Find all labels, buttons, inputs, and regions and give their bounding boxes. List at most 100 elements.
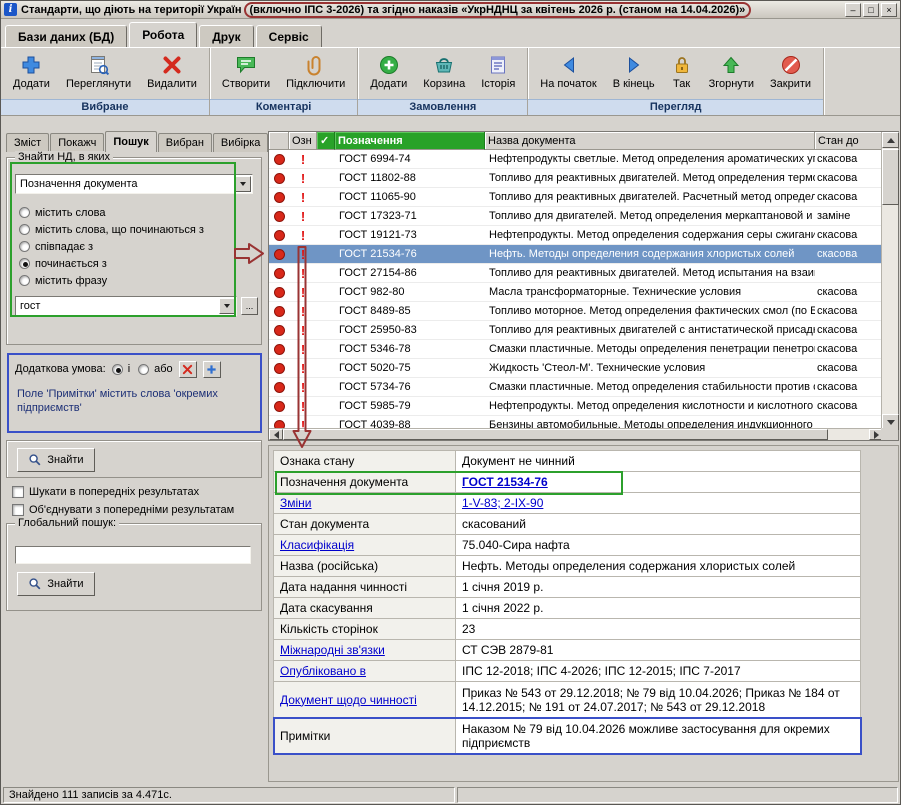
details-label: Класифікація [274,535,456,556]
panel-tab[interactable]: Вибірка [213,133,269,152]
operator-option[interactable]: і [112,361,130,378]
checkbox[interactable] [12,486,24,498]
table-row[interactable]: !ГОСТ 6994-74Нефтепродукты светлые. Мето… [269,150,898,169]
table-row[interactable]: !ГОСТ 27154-86Топливо для реактивных дви… [269,264,898,283]
horizontal-scrollbar-thumb[interactable] [283,429,828,440]
scroll-left-button[interactable] [269,429,283,440]
panel-tab[interactable]: Пошук [105,131,156,152]
details-value-link[interactable]: ГОСТ 21534-76 [462,475,548,489]
details-label-link[interactable]: Класифікація [280,538,354,552]
minimize-button[interactable]: – [845,3,861,17]
table-row[interactable]: !ГОСТ 11802-88Топливо для реактивных дви… [269,169,898,188]
search-option-checkbox[interactable]: Шукати в попередніх результатах [12,483,234,501]
toolbar-button-delete-x[interactable]: Видалити [140,50,204,93]
table-row[interactable]: !ГОСТ 17323-71Топливо для двигателей. Ме… [269,207,898,226]
table-row[interactable]: !ГОСТ 25950-83Топливо для реактивных дви… [269,321,898,340]
maximize-button[interactable]: □ [863,3,879,17]
details-row[interactable]: Класифікація75.040-Сира нафта [274,535,861,556]
scroll-up-button[interactable] [882,132,899,148]
operator-option[interactable]: або [138,361,173,378]
vertical-scrollbar-thumb[interactable] [882,149,899,205]
tab-active[interactable]: Робота [129,22,197,47]
details-row[interactable]: Кількість сторінок23 [274,619,861,640]
details-row[interactable]: Позначення документаГОСТ 21534-76 [274,472,861,493]
toolbar-button-close-circle[interactable]: Закрити [763,50,818,93]
query-dropdown[interactable]: гост [15,296,237,316]
tab-item[interactable]: Друк [199,25,253,47]
table-row[interactable]: !ГОСТ 5346-78Смазки пластичные. Методы о… [269,340,898,359]
radio-button[interactable] [112,364,123,375]
toolbar-button-view-document[interactable]: Переглянути [59,50,138,93]
close-button[interactable]: × [881,3,897,17]
field-selector-dropdown[interactable]: Позначення документа [15,174,253,194]
toolbar-button-history[interactable]: Історія [474,50,522,93]
global-search-input[interactable] [15,546,251,564]
details-value-link[interactable]: 1-V-83; 2-IX-90 [462,496,543,510]
panel-tab[interactable]: Покажч [50,133,104,152]
details-row[interactable]: Назва (російська)Нефть. Методы определен… [274,556,861,577]
details-row[interactable]: Ознака стануДокумент не чинний [274,451,861,472]
details-label-link[interactable]: Документ щодо чинності [280,693,417,707]
dropdown-arrow-icon[interactable] [219,298,235,314]
details-label: Стан документа [274,514,456,535]
table-row[interactable]: !ГОСТ 5985-79Нефтепродукты. Метод опреде… [269,397,898,416]
toolbar-button-add-plus[interactable]: Додати [6,50,57,93]
match-option[interactable]: містить фразу [19,272,204,289]
tab-item[interactable]: Бази даних (БД) [5,25,127,47]
dropdown-arrow-icon[interactable] [235,176,251,192]
table-row[interactable]: !ГОСТ 11065-90Топливо для реактивных дви… [269,188,898,207]
toolbar-button-attach-paperclip[interactable]: Підключити [279,50,352,93]
global-find-button[interactable]: Знайти [17,572,95,596]
more-options-button[interactable]: ... [241,297,258,315]
horizontal-scrollbar[interactable] [269,428,883,440]
column-header[interactable] [269,132,289,150]
remove-condition-button[interactable] [179,361,197,378]
details-label-link[interactable]: Міжнародні зв'язки [280,643,385,657]
table-row[interactable]: !ГОСТ 5734-76Смазки пластичные. Метод оп… [269,378,898,397]
details-row[interactable]: Дата скасування1 січня 2022 р. [274,598,861,619]
panel-tab[interactable]: Зміст [6,133,49,152]
details-label-link[interactable]: Зміни [280,496,312,510]
details-row[interactable]: Зміни 1-V-83; 2-IX-90 [274,493,861,514]
details-row[interactable]: Дата надання чинності1 січня 2019 р. [274,577,861,598]
radio-button[interactable] [19,224,30,235]
radio-button[interactable] [19,258,30,269]
toolbar-button-nav-first[interactable]: На початок [533,50,603,93]
radio-button[interactable] [19,241,30,252]
toolbar-button-nav-last[interactable]: В кінець [606,50,662,93]
column-header[interactable]: Озн [289,132,317,150]
radio-button[interactable] [138,364,149,375]
table-row[interactable]: !ГОСТ 21534-76Нефть. Методы определения … [269,245,898,264]
toolbar-button-comment-create[interactable]: Створити [215,50,277,93]
toolbar-button-lock[interactable]: Так [664,50,700,93]
radio-button[interactable] [19,207,30,218]
tab-item[interactable]: Сервіс [256,25,322,47]
table-row[interactable]: !ГОСТ 5020-75Жидкость 'Стеол-М'. Техниче… [269,359,898,378]
toolbar-button-collapse[interactable]: Згорнути [702,50,761,93]
table-row[interactable]: !ГОСТ 982-80Масла трансформаторные. Техн… [269,283,898,302]
details-label-link[interactable]: Опубліковано в [280,664,366,678]
match-option[interactable]: містить слова, що починаються з [19,221,204,238]
match-option[interactable]: починається з [19,255,204,272]
table-row[interactable]: !ГОСТ 19121-73Нефтепродукты. Метод опред… [269,226,898,245]
details-row[interactable]: ПриміткиНаказом № 79 від 10.04.2026 можл… [274,718,861,754]
add-condition-button[interactable] [203,361,221,378]
column-header[interactable]: ✓ [317,132,335,150]
find-button[interactable]: Знайти [17,448,95,472]
table-row[interactable]: !ГОСТ 8489-85Топливо моторное. Метод опр… [269,302,898,321]
match-option[interactable]: містить слова [19,204,204,221]
details-row[interactable]: Стан документаскасований [274,514,861,535]
radio-button[interactable] [19,275,30,286]
toolbar-button-basket[interactable]: Корзина [416,50,472,93]
details-row[interactable]: Міжнародні зв'язкиСТ СЭВ 2879-81 [274,640,861,661]
details-row[interactable]: Опубліковано вІПС 12-2018; ІПС 4-2026; І… [274,661,861,682]
panel-tab[interactable]: Вибран [158,133,212,152]
column-header[interactable]: Позначення [335,132,485,150]
details-row[interactable]: Документ щодо чинностіПриказ № 543 от 29… [274,682,861,718]
vertical-scrollbar[interactable] [881,132,898,430]
match-option[interactable]: співпадає з [19,238,204,255]
details-value: 1 січня 2019 р. [456,577,861,598]
column-header[interactable]: Назва документа [485,132,815,150]
toolbar-button-order-add[interactable]: Додати [363,50,414,93]
checkbox[interactable] [12,504,24,516]
